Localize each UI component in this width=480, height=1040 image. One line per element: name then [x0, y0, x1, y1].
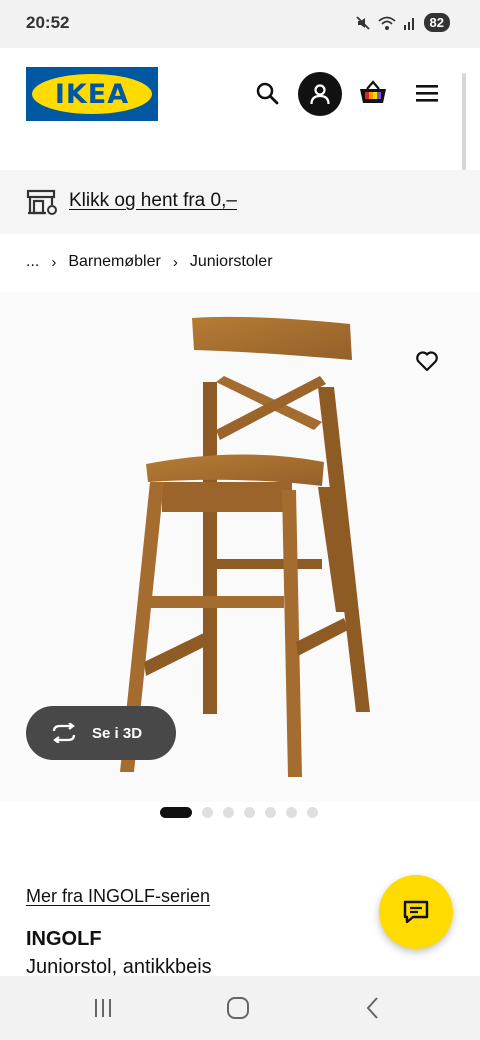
breadcrumb-barnemobler[interactable]: Barnemøbler [68, 253, 160, 271]
chat-button[interactable] [379, 875, 453, 949]
scroll-indicator[interactable] [462, 73, 466, 181]
product-image[interactable]: Se i 3D [0, 292, 480, 802]
product-name: INGOLF [26, 928, 102, 950]
home-button[interactable] [223, 994, 253, 1022]
back-button[interactable] [358, 994, 388, 1022]
store-pickup-icon [26, 189, 57, 215]
status-time: 20:52 [26, 13, 70, 32]
carousel-dot-6[interactable] [286, 807, 297, 818]
status-bar: 20:52 82 [0, 0, 480, 48]
breadcrumb-ellipsis[interactable]: ... [26, 253, 39, 271]
logo-text: IKEA [54, 78, 130, 110]
account-button[interactable] [298, 72, 342, 116]
basket-button[interactable] [356, 76, 390, 110]
header: IKEA [0, 48, 480, 170]
favourite-button[interactable] [410, 344, 444, 378]
view-3d-label: Se i 3D [92, 724, 143, 742]
back-icon [366, 997, 378, 1019]
account-icon [310, 84, 330, 105]
status-icons: 82 [355, 13, 450, 32]
search-button[interactable] [250, 76, 284, 110]
mute-icon [355, 15, 370, 30]
breadcrumb: ... › Barnemøbler › Juniorstoler [26, 252, 273, 272]
ikea-logo[interactable]: IKEA [26, 67, 158, 121]
menu-button[interactable] [410, 76, 444, 110]
chevron-right-icon: › [51, 253, 57, 271]
carousel-dots [160, 807, 318, 818]
carousel-dot-3[interactable] [223, 807, 234, 818]
menu-icon [416, 85, 438, 102]
chevron-right-icon: › [172, 253, 178, 271]
carousel-dot-7[interactable] [307, 807, 318, 818]
view-3d-button[interactable]: Se i 3D [26, 706, 176, 760]
basket-icon [360, 80, 386, 103]
search-icon [256, 82, 279, 105]
series-link[interactable]: Mer fra INGOLF-serien [26, 886, 210, 907]
signal-icon [403, 17, 414, 30]
recent-apps-button[interactable] [88, 994, 118, 1022]
carousel-dot-1[interactable] [160, 807, 192, 818]
chat-icon [403, 900, 429, 924]
carousel-dot-4[interactable] [244, 807, 255, 818]
rotate-3d-icon [52, 723, 76, 743]
pickup-link[interactable]: Klikk og hent fra 0,– [69, 190, 237, 212]
heart-icon [416, 351, 438, 372]
home-icon [227, 997, 249, 1019]
recent-apps-icon [95, 999, 111, 1017]
carousel-dot-5[interactable] [265, 807, 276, 818]
wifi-icon [377, 16, 396, 30]
carousel-dot-2[interactable] [202, 807, 213, 818]
breadcrumb-juniorstoler[interactable]: Juniorstoler [190, 253, 273, 271]
pickup-banner[interactable]: Klikk og hent fra 0,– [0, 170, 480, 234]
battery-icon: 82 [423, 13, 450, 32]
system-nav-bar [0, 976, 480, 1040]
